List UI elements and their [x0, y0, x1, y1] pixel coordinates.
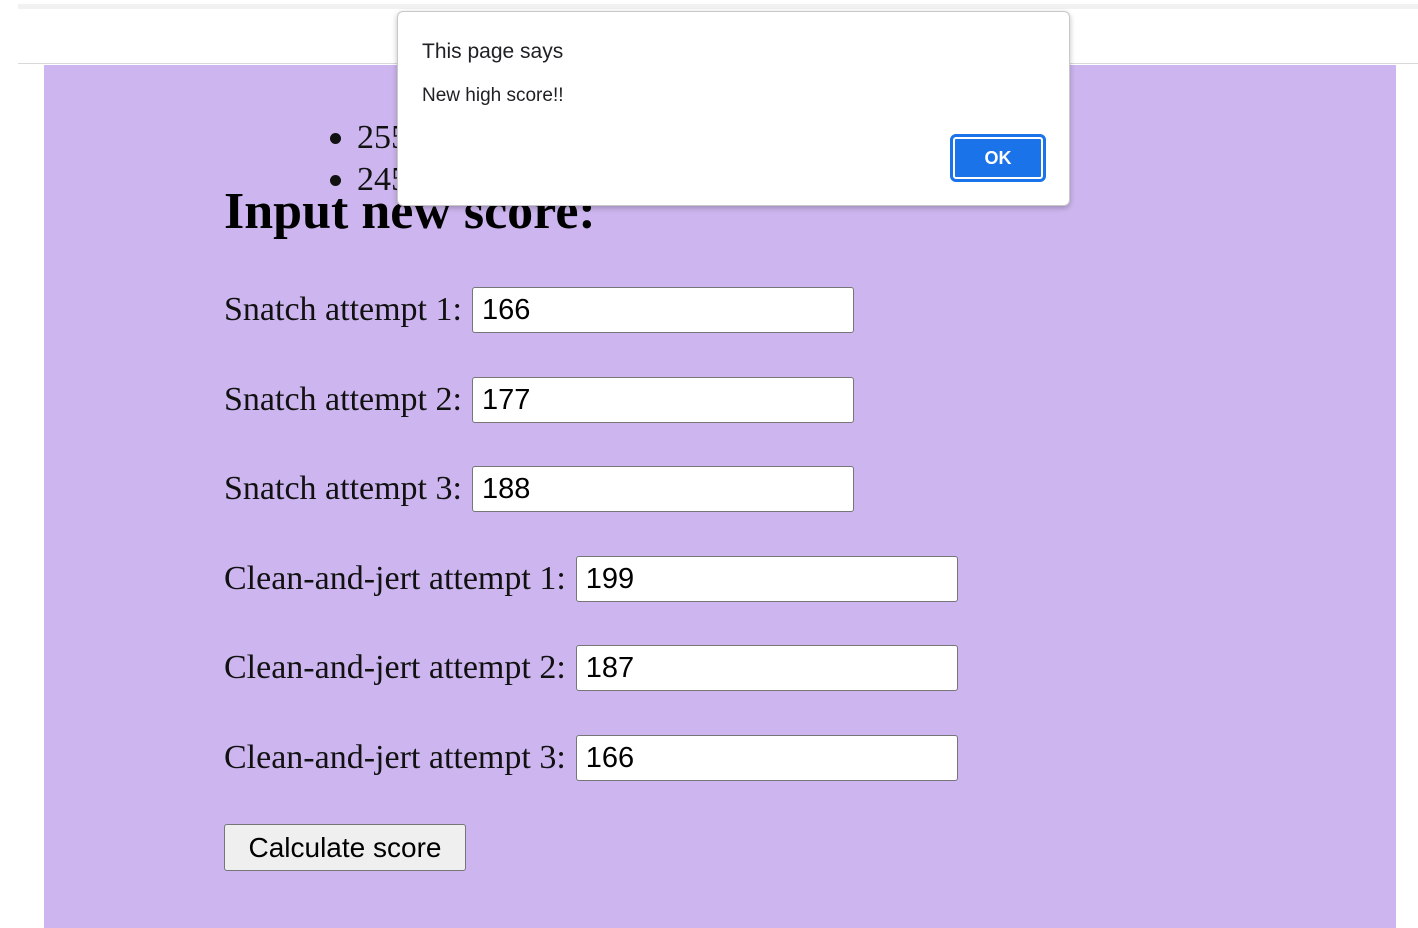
clean-and-jerk-attempt-3-input[interactable]	[575, 735, 958, 781]
clean-and-jerk-attempt-2-input[interactable]	[575, 645, 958, 691]
calculate-score-button[interactable]: Calculate score	[224, 824, 466, 871]
form-row: Snatch attempt 1:	[224, 286, 854, 334]
field-label: Clean-and-jert attempt 2:	[224, 649, 566, 686]
form-row: Clean-and-jert attempt 2:	[224, 644, 958, 692]
snatch-attempt-2-input[interactable]	[471, 377, 854, 423]
form-row: Clean-and-jert attempt 3:	[224, 734, 958, 782]
alert-dialog: This page says New high score!! OK	[397, 11, 1070, 206]
ok-button[interactable]: OK	[950, 134, 1046, 182]
snatch-attempt-1-input[interactable]	[471, 287, 854, 333]
snatch-attempt-3-input[interactable]	[471, 466, 854, 512]
field-label: Snatch attempt 3:	[224, 470, 462, 507]
form-row: Clean-and-jert attempt 1:	[224, 555, 958, 603]
field-label: Snatch attempt 1:	[224, 291, 462, 328]
form-row: Snatch attempt 3:	[224, 465, 854, 513]
bullet-icon	[330, 133, 341, 144]
browser-tab-strip	[18, 4, 1418, 9]
field-label: Clean-and-jert attempt 1:	[224, 560, 566, 597]
dialog-title: This page says	[422, 40, 564, 63]
field-label: Snatch attempt 2:	[224, 381, 462, 418]
form-row: Snatch attempt 2:	[224, 376, 854, 424]
clean-and-jerk-attempt-1-input[interactable]	[575, 556, 958, 602]
field-label: Clean-and-jert attempt 3:	[224, 739, 566, 776]
dialog-message: New high score!!	[422, 85, 564, 106]
